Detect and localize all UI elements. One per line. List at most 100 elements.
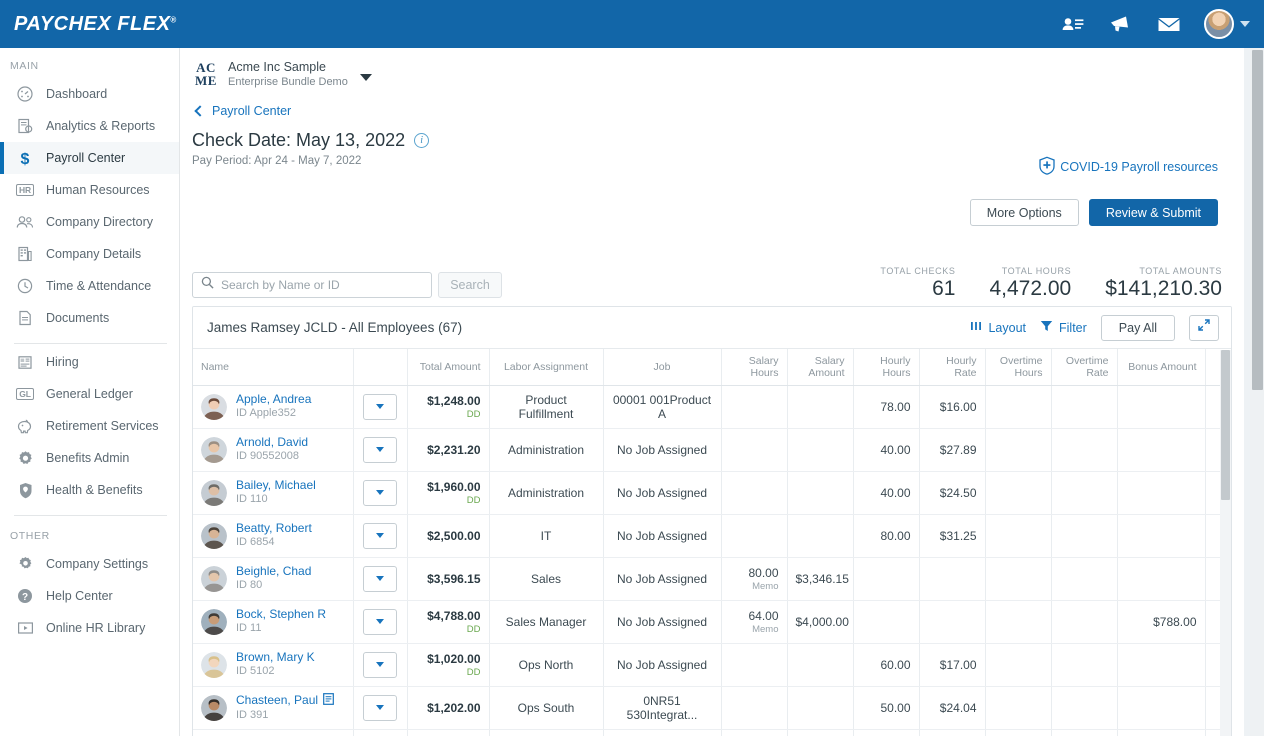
- table-row[interactable]: Arnold, DavidID 90552008 $2,231.20Adminis…: [193, 428, 1232, 471]
- search-input[interactable]: [221, 278, 411, 292]
- col-total-amount[interactable]: Total Amount: [407, 349, 489, 385]
- cell-overtime-hours[interactable]: [985, 729, 1051, 736]
- cell-bonus-amount[interactable]: [1117, 557, 1205, 600]
- cell-overtime-hours[interactable]: [985, 428, 1051, 471]
- cell-hourly-rate[interactable]: $24.50: [919, 471, 985, 514]
- sidebar-item-documents[interactable]: Documents: [0, 302, 179, 334]
- cell-total-amount[interactable]: $2,500.00: [407, 514, 489, 557]
- paychex-flex-logo[interactable]: PAYCHEX FLEX®: [0, 13, 177, 36]
- cell-overtime-hours[interactable]: [985, 686, 1051, 729]
- cell-name[interactable]: Bock, Stephen RID 11: [193, 600, 353, 643]
- table-row[interactable]: Apple, AndreaID Apple352$1,248.00DDProdu…: [193, 385, 1232, 428]
- cell-job[interactable]: No Job Assigned: [603, 643, 721, 686]
- sidebar-item-benefits-admin[interactable]: Benefits Admin: [0, 442, 179, 474]
- table-row[interactable]: Bailey, MichaelID 110$1,960.00DDAdminist…: [193, 471, 1232, 514]
- table-row[interactable]: Beighle, ChadID 80$3,596.15SalesNo Job A…: [193, 557, 1232, 600]
- cell-row-menu[interactable]: [353, 471, 407, 514]
- cell-hourly-rate[interactable]: $16.00: [919, 385, 985, 428]
- cell-salary-amount[interactable]: $3,346.15: [787, 557, 853, 600]
- cell-hourly-hours[interactable]: 40.00: [853, 471, 919, 514]
- cell-labor-assignment[interactable]: Administration: [489, 428, 603, 471]
- employee-cell[interactable]: Bailey, MichaelID 110: [201, 478, 345, 507]
- mail-icon[interactable]: [1156, 13, 1182, 35]
- cell-salary-amount[interactable]: [787, 471, 853, 514]
- contacts-icon[interactable]: [1060, 13, 1086, 35]
- cell-row-menu[interactable]: [353, 643, 407, 686]
- cell-name[interactable]: Arnold, DavidID 90552008: [193, 428, 353, 471]
- cell-labor-assignment[interactable]: Ops South: [489, 686, 603, 729]
- cell-name[interactable]: Corwin, HeatherID 140: [193, 729, 353, 736]
- note-icon[interactable]: [323, 693, 334, 709]
- cell-labor-assignment[interactable]: IT: [489, 514, 603, 557]
- cell-job[interactable]: No Job Assigned: [603, 428, 721, 471]
- cell-salary-amount[interactable]: [787, 428, 853, 471]
- cell-labor-assignment[interactable]: Ops North: [489, 643, 603, 686]
- cell-overtime-rate[interactable]: [1051, 428, 1117, 471]
- table-row[interactable]: Corwin, HeatherID 140$2,410.80Admin Mana…: [193, 729, 1232, 736]
- sidebar-item-help-center[interactable]: ? Help Center: [0, 580, 179, 612]
- cell-job[interactable]: No Job Assigned: [603, 557, 721, 600]
- cell-row-menu[interactable]: [353, 557, 407, 600]
- employee-cell[interactable]: Bock, Stephen RID 11: [201, 607, 345, 636]
- cell-total-amount[interactable]: $1,960.00DD: [407, 471, 489, 514]
- col-hourly-rate[interactable]: Hourly Rate: [919, 349, 985, 385]
- cell-hourly-rate[interactable]: $27.89: [919, 428, 985, 471]
- cell-labor-assignment[interactable]: Admin Manager: [489, 729, 603, 736]
- employee-cell[interactable]: Arnold, DavidID 90552008: [201, 435, 345, 464]
- user-menu[interactable]: [1204, 9, 1250, 39]
- cell-job[interactable]: No Job Assigned: [603, 729, 721, 736]
- row-dropdown-button[interactable]: [363, 480, 397, 506]
- sidebar-item-company-settings[interactable]: Company Settings: [0, 548, 179, 580]
- cell-job[interactable]: No Job Assigned: [603, 600, 721, 643]
- col-overtime-rate[interactable]: Overtime Rate: [1051, 349, 1117, 385]
- cell-salary-hours[interactable]: [721, 686, 787, 729]
- cell-overtime-rate[interactable]: [1051, 514, 1117, 557]
- cell-total-amount[interactable]: $1,248.00DD: [407, 385, 489, 428]
- row-dropdown-button[interactable]: [363, 523, 397, 549]
- cell-bonus-amount[interactable]: [1117, 514, 1205, 557]
- search-button[interactable]: Search: [438, 272, 502, 298]
- employee-cell[interactable]: Beatty, RobertID 6854: [201, 521, 345, 550]
- cell-salary-hours[interactable]: 50.00Memo: [721, 729, 787, 736]
- cell-hourly-hours[interactable]: [853, 557, 919, 600]
- row-dropdown-button[interactable]: [363, 695, 397, 721]
- search-field-wrapper[interactable]: [192, 272, 432, 298]
- cell-salary-amount[interactable]: [787, 686, 853, 729]
- cell-bonus-amount[interactable]: [1117, 385, 1205, 428]
- cell-hourly-rate[interactable]: $31.25: [919, 514, 985, 557]
- cell-hourly-rate[interactable]: [919, 729, 985, 736]
- pay-all-button[interactable]: Pay All: [1101, 315, 1175, 341]
- announcement-icon[interactable]: [1108, 13, 1134, 35]
- page-scrollbar-thumb[interactable]: [1252, 50, 1263, 390]
- avatar[interactable]: [1204, 9, 1234, 39]
- cell-name[interactable]: Beighle, ChadID 80: [193, 557, 353, 600]
- sidebar-item-company-details[interactable]: Company Details: [0, 238, 179, 270]
- layout-button[interactable]: Layout: [970, 320, 1026, 335]
- cell-overtime-rate[interactable]: [1051, 385, 1117, 428]
- col-hourly-hours[interactable]: Hourly Hours: [853, 349, 919, 385]
- sidebar-item-general-ledger[interactable]: GL General Ledger: [0, 378, 179, 410]
- cell-overtime-hours[interactable]: [985, 557, 1051, 600]
- row-dropdown-button[interactable]: [363, 437, 397, 463]
- cell-total-amount[interactable]: $4,788.00DD: [407, 600, 489, 643]
- cell-hourly-hours[interactable]: 80.00: [853, 514, 919, 557]
- employee-name-link[interactable]: Arnold, David: [236, 435, 308, 450]
- cell-overtime-hours[interactable]: [985, 600, 1051, 643]
- cell-labor-assignment[interactable]: Sales Manager: [489, 600, 603, 643]
- cell-salary-amount[interactable]: [787, 385, 853, 428]
- cell-hourly-rate[interactable]: [919, 557, 985, 600]
- col-job[interactable]: Job: [603, 349, 721, 385]
- cell-overtime-rate[interactable]: [1051, 600, 1117, 643]
- cell-overtime-hours[interactable]: [985, 471, 1051, 514]
- employee-name-link[interactable]: Beighle, Chad: [236, 564, 311, 579]
- cell-name[interactable]: Brown, Mary KID 5102: [193, 643, 353, 686]
- table-row[interactable]: Brown, Mary KID 5102$1,020.00DDOps North…: [193, 643, 1232, 686]
- col-bonus-amount[interactable]: Bonus Amount: [1117, 349, 1205, 385]
- cell-total-amount[interactable]: $2,231.20: [407, 428, 489, 471]
- row-dropdown-button[interactable]: [363, 652, 397, 678]
- info-icon[interactable]: i: [414, 133, 429, 148]
- chevron-left-icon[interactable]: [194, 105, 205, 116]
- cell-row-menu[interactable]: [353, 514, 407, 557]
- col-overtime-hours[interactable]: Overtime Hours: [985, 349, 1051, 385]
- cell-job[interactable]: No Job Assigned: [603, 471, 721, 514]
